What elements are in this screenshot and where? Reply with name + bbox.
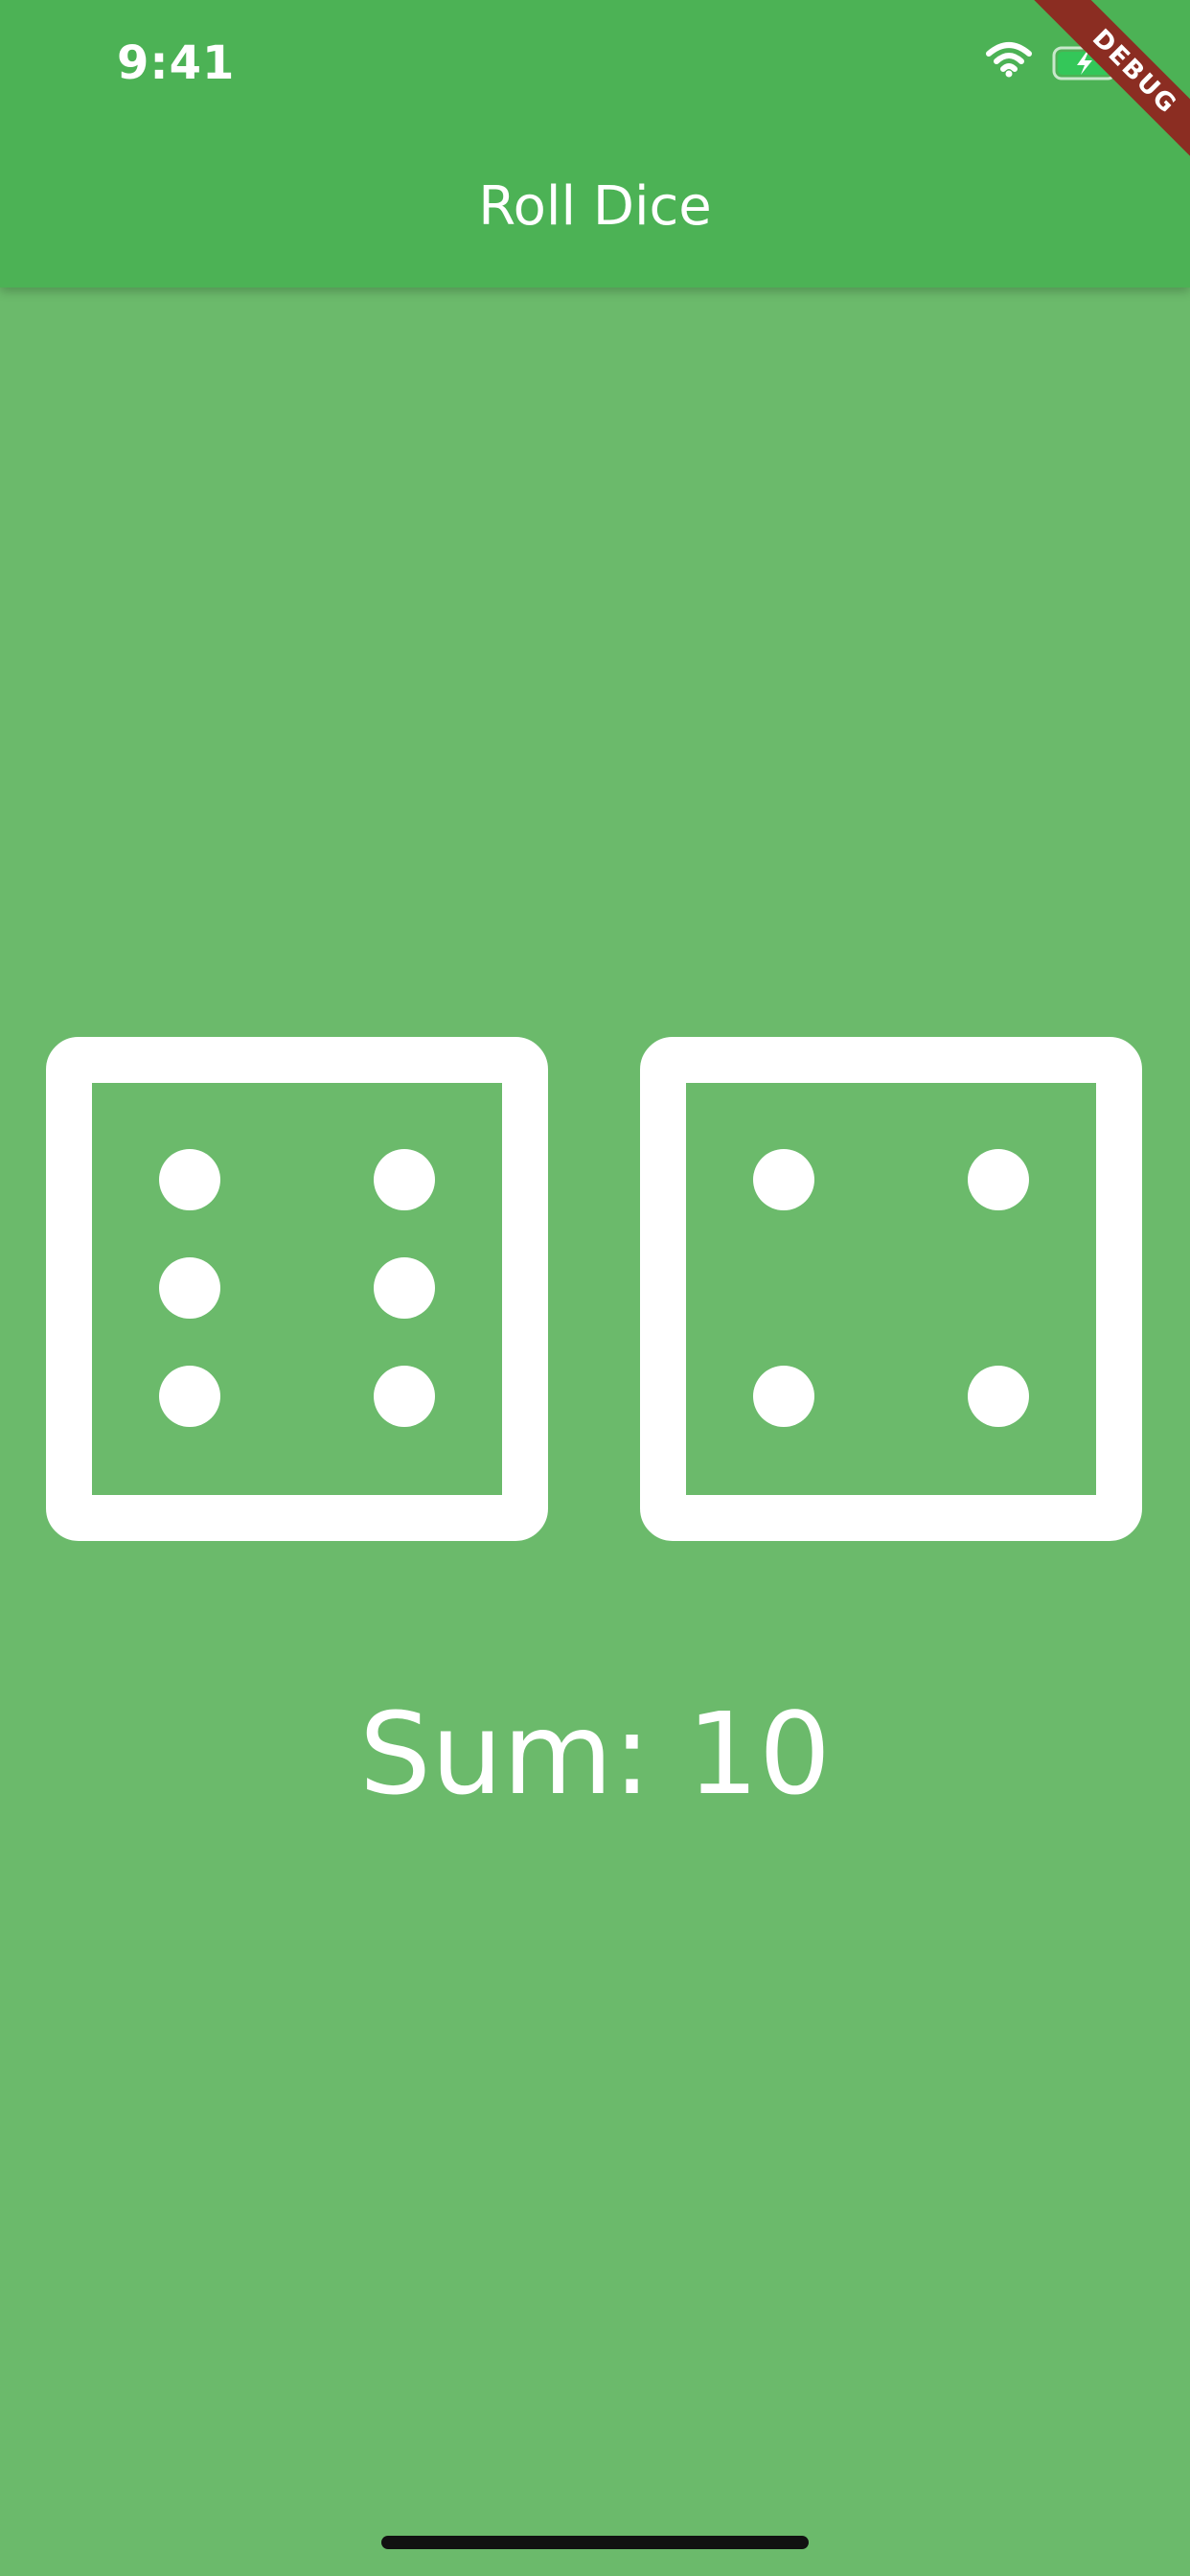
sum-label: Sum: 10: [358, 1688, 832, 1820]
die-pip: [159, 1366, 220, 1427]
app-bar: 9:41 Roll Dice: [0, 0, 1190, 288]
die-pip: [753, 1366, 814, 1427]
die-pip: [374, 1149, 435, 1210]
die-pip: [374, 1257, 435, 1319]
die-pip: [753, 1149, 814, 1210]
debug-banner-label: DEBUG: [1018, 0, 1190, 172]
die-pip: [159, 1257, 220, 1319]
home-indicator: [381, 2536, 809, 2549]
debug-banner: DEBUG: [1018, 0, 1190, 172]
die-pip: [374, 1366, 435, 1427]
die-right[interactable]: [640, 1037, 1142, 1541]
die-pip: [968, 1149, 1029, 1210]
app-title: Roll Dice: [478, 175, 712, 238]
dice-row: [0, 1037, 1190, 1543]
die-right-pips: [753, 1149, 1029, 1427]
die-pip: [968, 1366, 1029, 1427]
die-left-pips: [159, 1149, 435, 1427]
die-left[interactable]: [46, 1037, 548, 1541]
status-time: 9:41: [117, 36, 236, 90]
die-pip: [159, 1149, 220, 1210]
